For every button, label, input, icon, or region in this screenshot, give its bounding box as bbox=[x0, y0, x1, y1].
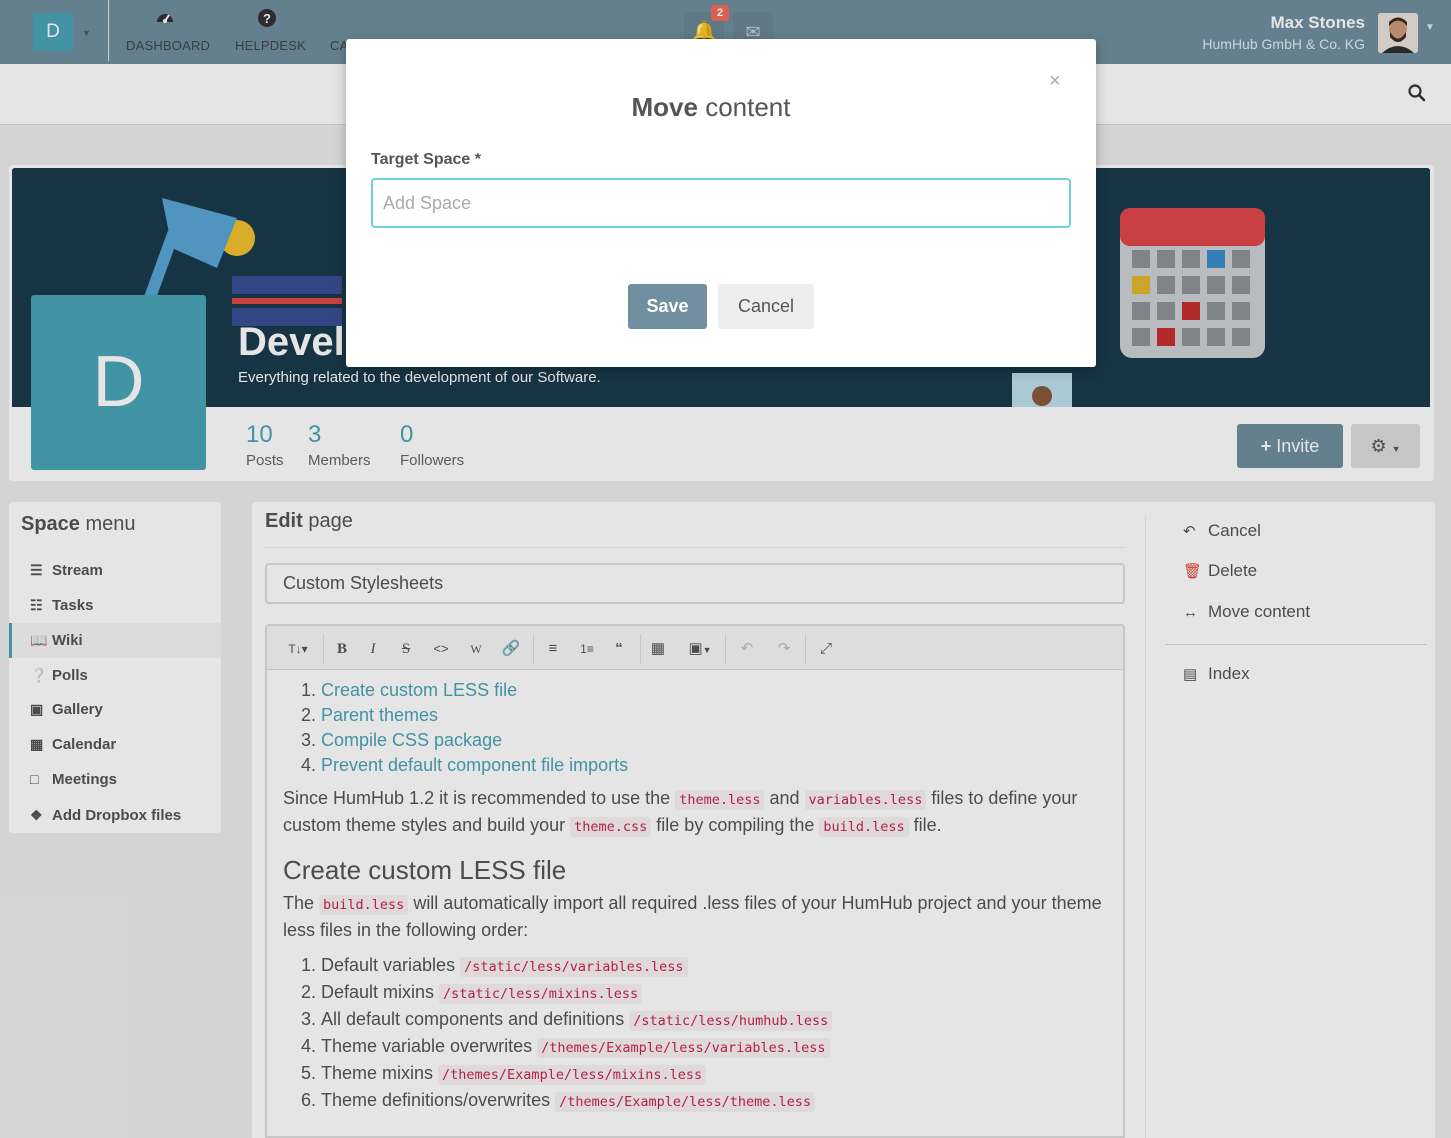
modal-title-bold: Move bbox=[631, 92, 698, 122]
modal-title-rest: content bbox=[705, 92, 791, 122]
save-button[interactable]: Save bbox=[628, 284, 707, 329]
modal-title: Move content bbox=[346, 92, 1076, 123]
target-space-label: Target Space * bbox=[371, 151, 481, 168]
target-space-input[interactable] bbox=[371, 178, 1071, 228]
cancel-button[interactable]: Cancel bbox=[718, 284, 814, 329]
close-icon[interactable]: × bbox=[1049, 70, 1061, 93]
